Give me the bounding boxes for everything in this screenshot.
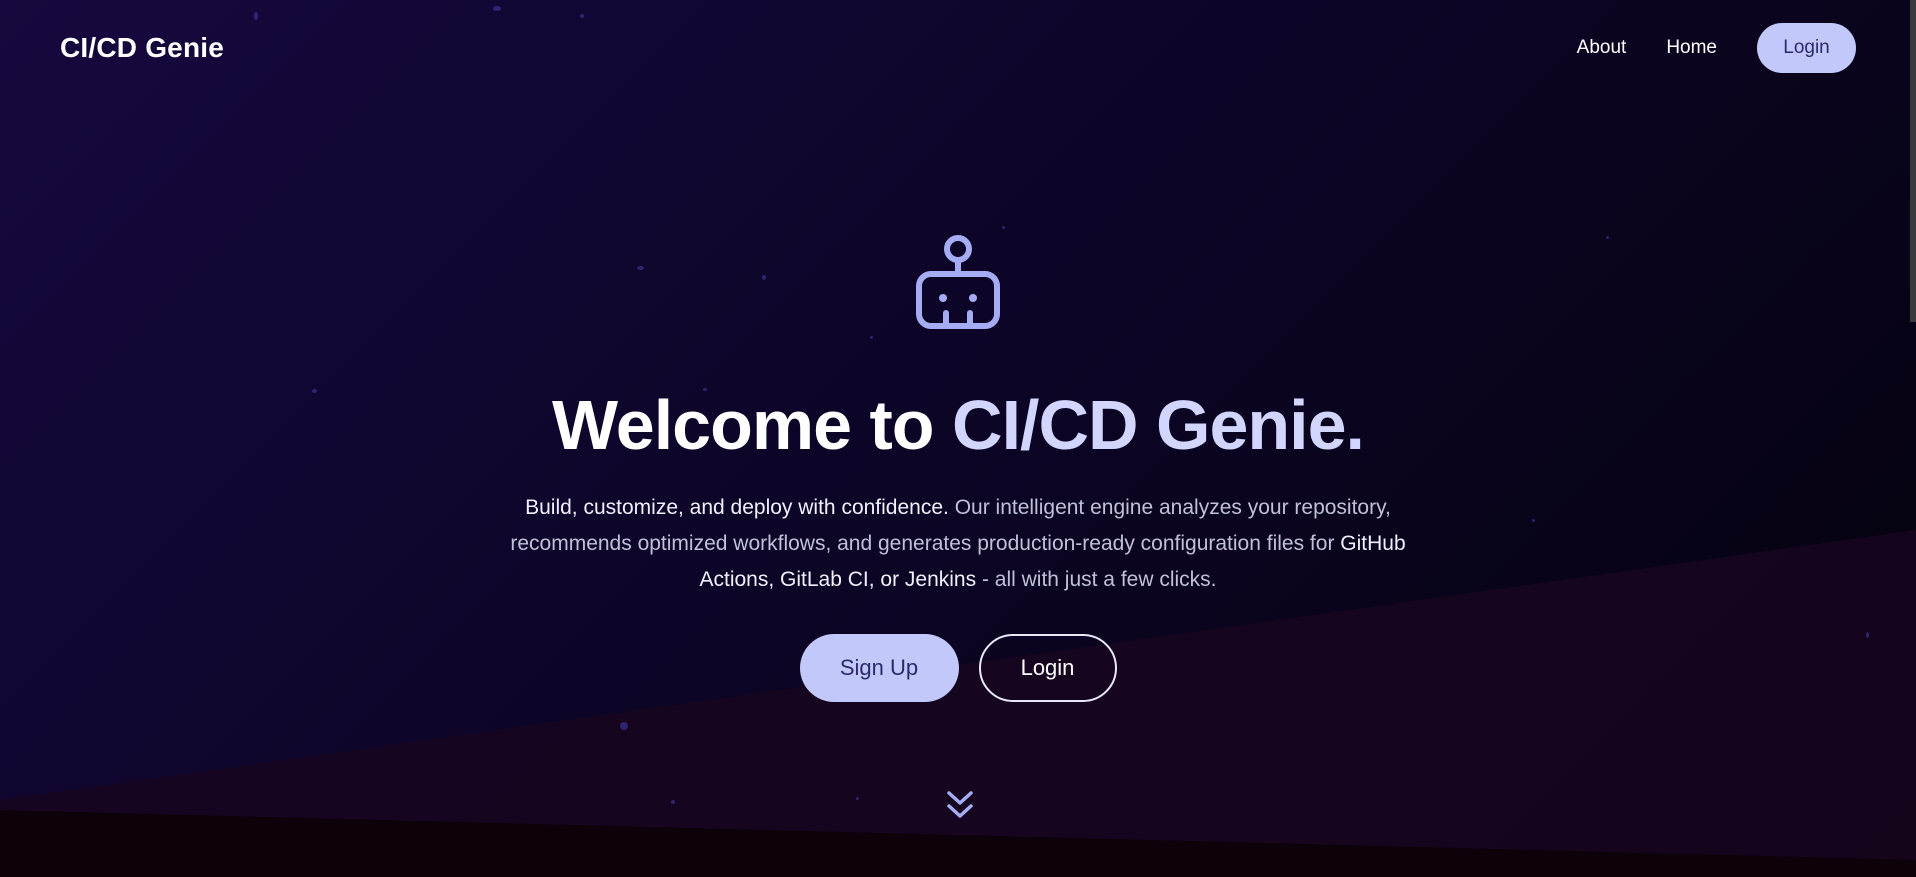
login-button[interactable]: Login	[978, 634, 1117, 702]
top-navbar: CI/CD Genie About Home Login	[0, 0, 1916, 95]
hero-title: Welcome to CI/CD Genie.	[552, 390, 1365, 460]
hero-description-lead: Build, customize, and deploy with confid…	[525, 496, 949, 519]
hero-section: Welcome to CI/CD Genie. Build, customize…	[0, 230, 1916, 702]
hero-title-brand: CI/CD Genie.	[952, 386, 1365, 464]
hero-description: Build, customize, and deploy with confid…	[493, 490, 1423, 598]
scrollbar-thumb[interactable]	[1910, 0, 1916, 322]
cta-buttons: Sign Up Login	[799, 634, 1117, 702]
nav-login-button[interactable]: Login	[1757, 22, 1856, 73]
brand-logo-text[interactable]: CI/CD Genie	[60, 32, 224, 64]
nav-about-link[interactable]: About	[1577, 37, 1627, 59]
hero-title-prefix: Welcome to	[552, 386, 953, 464]
nav-links: About Home Login	[1577, 22, 1856, 73]
double-chevron-down-icon[interactable]	[945, 788, 975, 822]
nav-home-link[interactable]: Home	[1666, 37, 1717, 59]
signup-button[interactable]: Sign Up	[799, 634, 959, 702]
hero-description-tail: - all with just a few clicks.	[976, 568, 1217, 591]
robot-icon	[916, 235, 1000, 329]
